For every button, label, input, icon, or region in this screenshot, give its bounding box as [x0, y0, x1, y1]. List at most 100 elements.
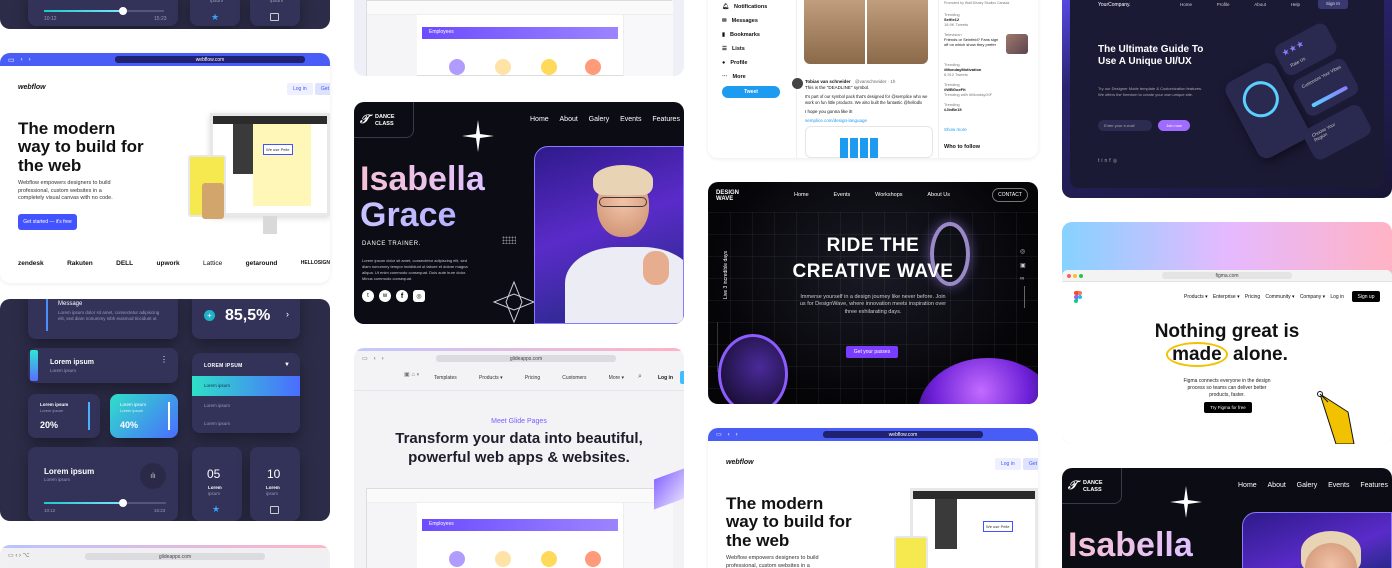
nav-templates[interactable]: Templates	[434, 375, 457, 381]
twitter-icon[interactable]: t	[362, 290, 374, 302]
get-passes-button[interactable]: Get your passes	[846, 346, 898, 358]
nav-events[interactable]: Events	[620, 116, 641, 123]
nav-arrows[interactable]: ▭ ‹ › ⌥	[8, 552, 30, 559]
forward-icon[interactable]: ›	[29, 57, 31, 63]
nav-pricing[interactable]: Pricing	[1245, 294, 1260, 300]
nav-features[interactable]: Features	[652, 116, 680, 123]
nav-help[interactable]: Help	[1291, 2, 1300, 7]
nav-workshops[interactable]: Workshops	[875, 192, 902, 198]
webflow-logo[interactable]: webflow	[726, 459, 754, 466]
search-icon[interactable]: ⌕	[638, 373, 642, 381]
signup-button[interactable]: Sign up	[1352, 291, 1380, 302]
trend-item[interactable]: Trending #JinBe15	[944, 102, 1034, 112]
nav-customers[interactable]: Customers	[562, 375, 586, 381]
menu-profile[interactable]: ● Profile	[722, 56, 802, 70]
nav-home[interactable]: Home	[1238, 482, 1257, 489]
whatsapp-icon[interactable]: w	[379, 290, 391, 302]
nav-home[interactable]: Home	[794, 192, 809, 198]
tweet-author[interactable]: Tobias van schneider	[805, 79, 851, 84]
trend-item[interactable]: Trending #MondayMotivation 6,912 Tweets	[944, 62, 1034, 77]
sidebar-icon[interactable]: ▭	[8, 56, 15, 64]
equalizer-icon[interactable]: ılı	[140, 463, 166, 489]
nav-about[interactable]: About	[560, 116, 578, 123]
login-link[interactable]: Log in	[658, 375, 673, 381]
dropdown-item[interactable]: Lorem ipsum	[204, 421, 230, 426]
address-bar[interactable]: glideapps.com	[436, 355, 616, 362]
nav-products[interactable]: Products ▾	[479, 375, 503, 381]
nav-home[interactable]: Home	[530, 116, 549, 123]
logo-line2[interactable]: WAVE	[716, 196, 733, 202]
menu-notifications[interactable]: 🔔︎ Notifications	[722, 0, 802, 14]
webflow-logo[interactable]: webflow	[18, 84, 46, 91]
nav-login[interactable]: Log in	[1330, 294, 1344, 300]
dropdown-arrow-icon[interactable]: ▼	[284, 362, 290, 368]
tweet-link[interactable]: semplice.com/design-language	[805, 118, 867, 123]
progress-knob[interactable]	[119, 7, 127, 15]
plus-button[interactable]: +	[204, 310, 215, 321]
company-logo[interactable]: YourCompany.	[1098, 2, 1131, 8]
address-bar[interactable]: figma.com	[1162, 272, 1292, 279]
menu-more[interactable]: ⋯ More	[722, 70, 802, 84]
more-vertical-icon[interactable]: ⋮	[160, 356, 168, 364]
get-started-nav[interactable]: Get	[315, 83, 330, 95]
forward-icon[interactable]: ›	[382, 356, 384, 362]
nav-about[interactable]: About	[1254, 2, 1266, 7]
tabs-icon[interactable]: ▣ ⌂ ◐	[404, 371, 420, 378]
nav-more[interactable]: More ▾	[609, 375, 624, 381]
signup-button-edge[interactable]	[680, 371, 684, 384]
figma-logo[interactable]	[1074, 291, 1082, 303]
address-bar[interactable]: glideapps.com	[85, 553, 265, 560]
contact-button[interactable]: CONTACT	[992, 188, 1028, 202]
instagram-icon[interactable]: ◎	[413, 290, 425, 302]
get-started-button[interactable]: Get started — it's free	[18, 214, 77, 230]
address-bar[interactable]: webflow.com	[115, 56, 305, 63]
nav-galery[interactable]: Galery	[589, 116, 610, 123]
dropdown-title[interactable]: LOREM IPSUM	[204, 363, 243, 369]
login-link[interactable]: Log in	[287, 83, 313, 95]
nav-pricing[interactable]: Pricing	[525, 375, 540, 381]
window-close-dot[interactable]	[1067, 274, 1071, 278]
progress-knob[interactable]	[119, 499, 127, 507]
window-min-dot[interactable]	[1073, 274, 1077, 278]
email-input[interactable]: Enter your e-mail	[1098, 120, 1152, 131]
nav-about-us[interactable]: About Us	[927, 192, 950, 198]
tweet-button[interactable]: Tweet	[722, 86, 780, 98]
nav-products[interactable]: Products ▾	[1184, 294, 1208, 300]
nav-company[interactable]: Company ▾	[1300, 294, 1325, 300]
menu-messages[interactable]: ✉︎ Messages	[722, 14, 802, 28]
nav-galery[interactable]: Galery	[1297, 482, 1318, 489]
back-icon[interactable]: ‹	[374, 356, 376, 362]
back-icon[interactable]: ‹	[21, 57, 23, 63]
menu-bookmarks[interactable]: ▮ Bookmarks	[722, 28, 802, 42]
nav-home[interactable]: Home	[1180, 2, 1192, 7]
facebook-icon[interactable]: f	[396, 290, 408, 302]
back-icon[interactable]: ‹	[728, 432, 730, 438]
get-started-nav[interactable]: Get	[1023, 458, 1038, 470]
menu-lists[interactable]: ☰ Lists	[722, 42, 802, 56]
customize-slider[interactable]	[1311, 85, 1349, 108]
sidebar-icon[interactable]: ▭	[716, 431, 722, 438]
forward-icon[interactable]: ›	[736, 432, 738, 438]
login-link[interactable]: Log in	[995, 458, 1021, 470]
window-max-dot[interactable]	[1079, 274, 1083, 278]
show-more-link[interactable]: Show more	[944, 127, 967, 132]
dropdown-item[interactable]: Lorem ipsum	[204, 383, 230, 388]
dropdown-item[interactable]: Lorem ipsum	[204, 403, 230, 408]
address-bar[interactable]: webflow.com	[823, 431, 983, 438]
trend-item[interactable]: Television Friends or Seinfeld? Fans sig…	[944, 32, 1002, 47]
trend-item[interactable]: Trending #WBGoeFit Trending with #Monday…	[944, 82, 1034, 97]
nav-about[interactable]: About	[1268, 482, 1286, 489]
nav-events[interactable]: Events	[1328, 482, 1349, 489]
nav-features[interactable]: Features	[1360, 482, 1388, 489]
product-mockup: Employees	[366, 488, 673, 568]
nav-events[interactable]: Events	[833, 192, 850, 198]
nav-profile[interactable]: Profile	[1217, 2, 1230, 7]
instagram-icon[interactable]: ◎	[1113, 158, 1119, 164]
join-button[interactable]: Join now	[1158, 120, 1190, 131]
nav-community[interactable]: Community ▾	[1265, 294, 1294, 300]
chevron-right-icon[interactable]: ›	[286, 309, 289, 319]
sidebar-icon[interactable]: ▭	[362, 355, 368, 362]
nav-enterprise[interactable]: Enterprise ▾	[1213, 294, 1240, 300]
try-figma-button[interactable]: Try Figma for free	[1204, 402, 1252, 413]
trend-item[interactable]: Trending Selfie12 18.9K Tweets	[944, 12, 1034, 27]
